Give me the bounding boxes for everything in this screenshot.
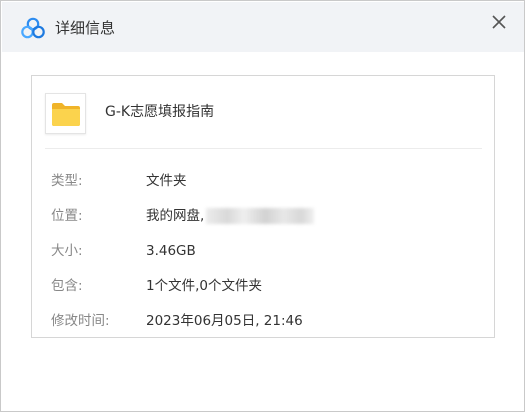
details-panel: G-K志愿填报指南 类型: 文件夹 位置: 我的网盘, 大小: 3.46GB 包… [31,75,495,338]
location-value: 我的网盘, [146,208,205,224]
location-label: 位置: [51,208,83,224]
redacted-path [206,208,315,224]
baidu-netdisk-logo-icon [21,17,45,39]
title-bar: 详细信息 [2,2,524,52]
type-value: 文件夹 [146,173,187,189]
modified-label: 修改时间: [51,313,110,329]
detail-row-modified: 修改时间: 2023年06月05日, 21:46 [32,311,496,331]
type-label: 类型: [51,173,83,189]
divider [45,148,482,149]
modified-value: 2023年06月05日, 21:46 [146,313,303,329]
detail-row-location: 位置: 我的网盘, [32,206,496,226]
contains-value: 1个文件,0个文件夹 [146,278,262,294]
size-value: 3.46GB [146,243,196,259]
dialog-title: 详细信息 [55,19,116,37]
size-label: 大小: [51,243,83,259]
contains-label: 包含: [51,278,83,294]
file-name: G-K志愿填报指南 [105,104,215,120]
detail-row-contains: 包含: 1个文件,0个文件夹 [32,276,496,296]
detail-row-size: 大小: 3.46GB [32,241,496,261]
file-thumbnail [45,93,86,134]
detail-row-type: 类型: 文件夹 [32,171,496,191]
location-value-wrap: 我的网盘, [146,206,315,226]
folder-icon [50,100,82,132]
details-dialog: 详细信息 G-K志愿填报指南 类型: 文件夹 位置: 我的网盘, 大小: 3.4… [0,0,525,412]
close-icon[interactable] [484,8,514,38]
